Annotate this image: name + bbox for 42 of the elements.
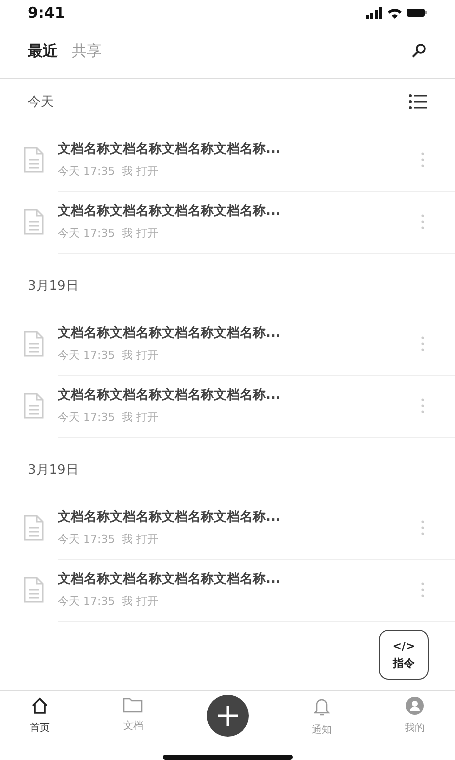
plus-icon — [216, 705, 238, 727]
document-name[interactable]: 文档名称文档名称文档名称文档名称... — [58, 324, 421, 342]
document-name[interactable]: 文档名称文档名称文档名称文档名称... — [58, 570, 421, 588]
document-name[interactable]: 文档名称文档名称文档名称文档名称... — [58, 508, 421, 526]
document-name[interactable]: 文档名称文档名称文档名称文档名称... — [58, 202, 421, 220]
section-title: 今天 — [28, 94, 54, 111]
more-icon[interactable] — [421, 152, 425, 168]
document-icon — [24, 393, 44, 419]
battery-icon — [407, 9, 427, 17]
section-title: 3月19日 — [28, 278, 79, 295]
bell-icon — [314, 697, 330, 717]
list-view-icon[interactable] — [409, 94, 427, 110]
wifi-icon — [388, 8, 402, 18]
section-title: 3月19日 — [28, 462, 79, 479]
folder-icon — [123, 697, 144, 713]
status-time: 9:41 — [28, 4, 66, 22]
document-name[interactable]: 文档名称文档名称文档名称文档名称... — [58, 386, 421, 404]
document-icon — [24, 209, 44, 235]
document-icon — [24, 577, 44, 603]
document-icon — [24, 147, 44, 173]
search-icon[interactable] — [411, 43, 427, 59]
tab[interactable]: 最近 — [28, 42, 58, 60]
document-meta: 今天 17:35 我 打开 — [58, 226, 160, 241]
more-icon[interactable] — [421, 398, 425, 414]
document-meta: 今天 17:35 我 打开 — [58, 164, 160, 179]
document-icon — [24, 515, 44, 541]
user-icon — [406, 697, 424, 715]
document-meta: 今天 17:35 我 打开 — [58, 410, 160, 425]
add-button[interactable] — [206, 695, 248, 737]
command-button[interactable]: </> 指令 — [379, 630, 429, 680]
document-meta: 今天 17:35 我 打开 — [58, 594, 160, 609]
nav-item[interactable]: 首页 — [20, 697, 60, 747]
document-icon — [24, 331, 44, 357]
signal-icon — [366, 7, 383, 19]
more-icon[interactable] — [421, 336, 425, 352]
document-name[interactable]: 文档名称文档名称文档名称文档名称... — [58, 140, 421, 158]
home-icon — [31, 697, 49, 715]
document-meta: 今天 17:35 我 打开 — [58, 532, 160, 547]
more-icon[interactable] — [421, 582, 425, 598]
more-icon[interactable] — [421, 520, 425, 536]
document-meta: 今天 17:35 我 打开 — [58, 348, 160, 363]
more-icon[interactable] — [421, 214, 425, 230]
